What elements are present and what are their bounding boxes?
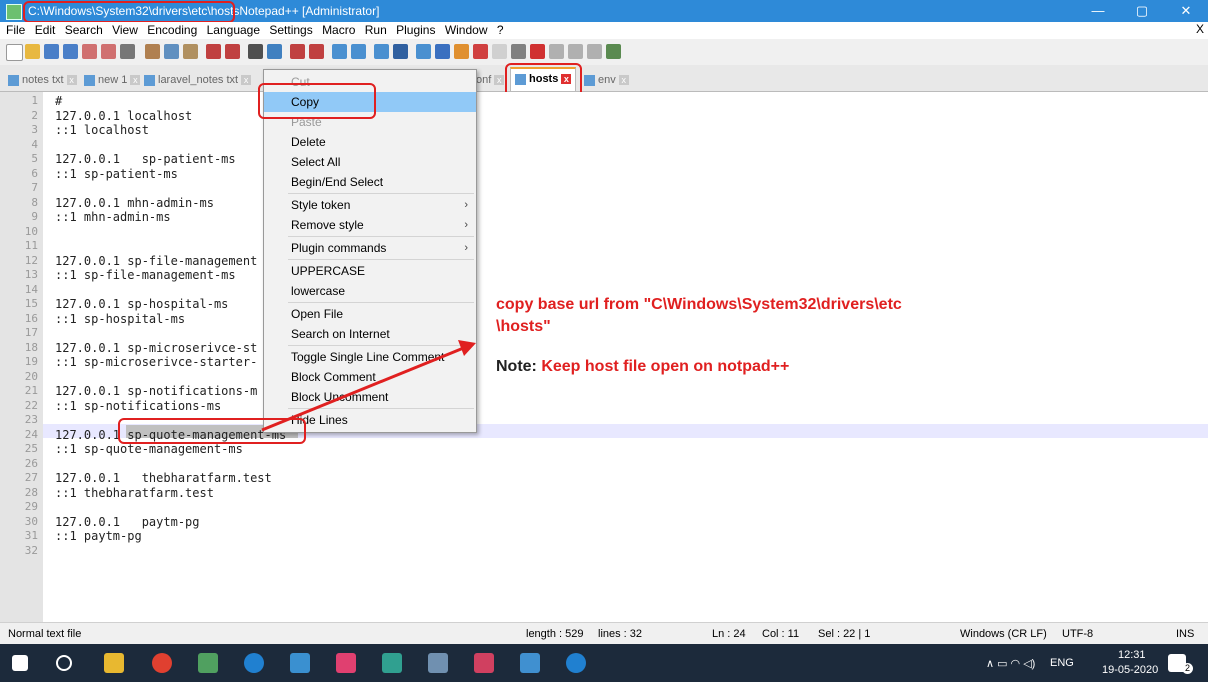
app-icon-green[interactable]: [198, 653, 218, 673]
note-label: Note:: [496, 358, 542, 375]
tray-language[interactable]: ENG: [1050, 657, 1074, 669]
status-lines: lines : 32: [598, 628, 643, 640]
status-filetype: Normal text file: [8, 628, 82, 640]
app-icon-red[interactable]: [474, 653, 494, 673]
maps-pin-icon[interactable]: [244, 653, 264, 673]
status-sel: Sel : 22 | 1: [818, 628, 871, 640]
git-icon[interactable]: [382, 653, 402, 673]
search-icon[interactable]: [56, 655, 72, 671]
annotation-line-2: \hosts": [496, 318, 551, 335]
windows-start-icon[interactable]: [12, 655, 28, 671]
xampp-icon[interactable]: [336, 653, 356, 673]
status-length: length : 529: [526, 628, 584, 640]
taskbar: ∧ ▭ ◠ ◁) ENG 12:31 19-05-2020 2: [0, 644, 1208, 682]
annotation-note: Note: Keep host file open on notpad++: [496, 358, 789, 376]
app-icon-blue[interactable]: [290, 653, 310, 673]
status-mode: INS: [1176, 628, 1195, 640]
maps-pin-icon[interactable]: [566, 653, 586, 673]
status-encoding: UTF-8: [1062, 628, 1094, 640]
file-explorer-icon[interactable]: [104, 653, 124, 673]
app-icon-gray[interactable]: [428, 653, 448, 673]
status-col: Col : 11: [762, 628, 800, 640]
tray-icons[interactable]: ∧ ▭ ◠ ◁): [986, 657, 1035, 670]
arrow-shaft: [261, 345, 467, 432]
chrome-icon[interactable]: [152, 653, 172, 673]
notification-badge: 2: [1182, 663, 1193, 674]
photos-icon[interactable]: [520, 653, 540, 673]
annotation-arrow: [261, 340, 476, 432]
note-text: Keep host file open on notpad++: [541, 358, 790, 375]
status-bar: Normal text file length : 529 lines : 32…: [0, 622, 1208, 645]
tray-time[interactable]: 12:31: [1118, 649, 1146, 661]
annotation-line-1: copy base url from "C\Windows\System32\d…: [496, 296, 902, 313]
tray-date[interactable]: 19-05-2020: [1102, 664, 1158, 676]
status-eol: Windows (CR LF): [960, 628, 1047, 640]
status-ln: Ln : 24: [712, 628, 746, 640]
